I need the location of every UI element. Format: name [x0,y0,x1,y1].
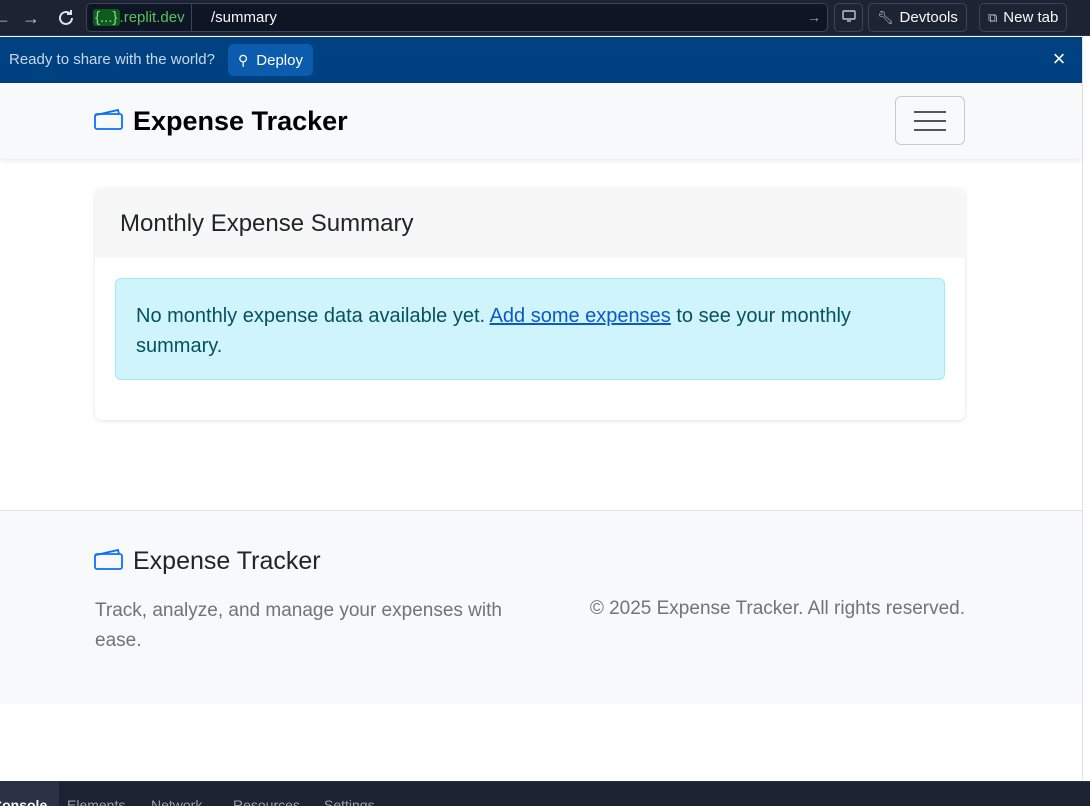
monitor-icon [841,9,856,26]
hamburger-icon [914,111,946,113]
footer-tagline: Track, analyze, and manage your expenses… [95,600,502,651]
devtools-tab-bar: Console Elements Network Resources Setti… [0,781,1090,806]
url-bar[interactable]: {...} .replit.dev /summary → [86,3,828,32]
app-navbar: Expense Tracker [0,83,1082,159]
info-alert: No monthly expense data available yet. A… [115,278,945,380]
card-header: Monthly Expense Summary [95,188,965,258]
tab-console[interactable]: Console [0,782,60,806]
new-tab-button[interactable]: ⧉ New tab [979,3,1068,32]
wallet-icon [94,548,133,575]
tab-network[interactable]: Network [151,782,202,806]
brand-name: Expense Tracker [133,105,348,136]
reload-icon[interactable] [54,6,78,30]
device-preview-button[interactable] [834,3,863,32]
add-expenses-link[interactable]: Add some expenses [490,305,671,327]
tab-elements[interactable]: Elements [67,782,125,806]
wallet-icon [94,108,133,135]
external-link-icon: ⧉ [988,10,998,25]
wrench-icon: 🔧︎ [877,10,894,25]
tab-resources[interactable]: Resources [233,782,300,806]
url-path[interactable]: /summary [211,4,277,31]
footer-brand-name: Expense Tracker [133,547,321,575]
deploy-icon: ⚲ [238,52,249,68]
close-icon[interactable]: × [1048,48,1070,70]
browser-toolbar: ← → {...} .replit.dev /summary → 🔧︎ Devtoo… [0,0,1090,36]
navbar-brand[interactable]: Expense Tracker [94,83,348,159]
forward-icon[interactable]: → [19,6,43,30]
back-icon[interactable]: ← [0,6,14,30]
page-title: Monthly Expense Summary [120,210,414,237]
footer: Expense Tracker Track, analyze, and mana… [0,510,1082,704]
navbar-toggler-button[interactable] [895,96,965,145]
copyright: © 2025 Expense Tracker. All rights reser… [589,598,965,619]
scrollbar[interactable] [1082,37,1090,781]
summary-card: Monthly Expense Summary No monthly expen… [95,188,965,420]
banner-text: )Ready to share with the world? [0,37,215,83]
deploy-banner: )Ready to share with the world? ⚲Deploy … [0,37,1082,83]
tab-settings[interactable]: Settings [324,782,375,806]
footer-brand: Expense Tracker [94,547,321,576]
devtools-button[interactable]: 🔧︎ Devtools [868,3,967,32]
banner-edge-icon: ) [0,51,1,68]
deploy-button[interactable]: ⚲ Deploy [228,44,313,76]
go-arrow-icon[interactable]: → [807,4,821,31]
url-host: {...} .replit.dev [87,4,192,31]
